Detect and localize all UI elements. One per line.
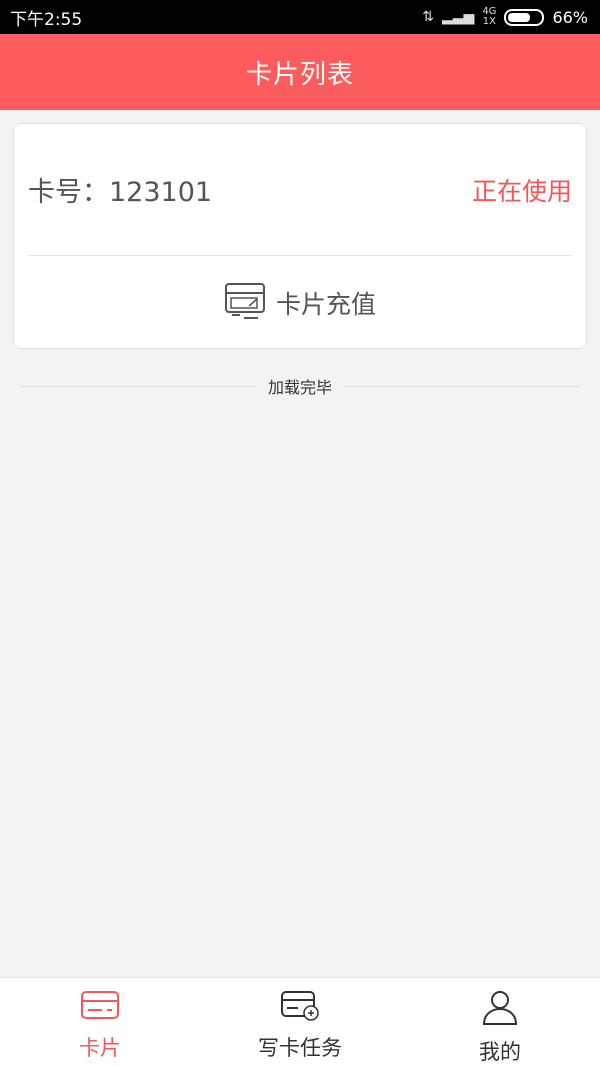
status-bar: 下午2:55 ⇅ ▂▃▅ 4G 1X 66% (0, 0, 600, 34)
tab-write-card-task[interactable]: 写卡任务 (200, 978, 400, 1067)
card-info-row: 卡号：123101 正在使用 (28, 124, 572, 255)
list-end-line-right (346, 385, 581, 387)
list-end-text: 加载完毕 (268, 378, 333, 397)
battery-percent: 66% (552, 7, 588, 27)
bottom-tab-bar: 卡片 写卡任务 我的 (0, 977, 600, 1067)
recharge-icon (224, 281, 266, 325)
status-indicators: ⇅ ▂▃▅ 4G 1X 66% (422, 7, 588, 27)
sim-label: 1X (482, 16, 496, 27)
status-time: 下午2:55 (10, 9, 83, 30)
tab-write-card-task-label: 写卡任务 (258, 1036, 342, 1060)
tab-mine[interactable]: 我的 (400, 978, 600, 1067)
battery-icon (504, 8, 545, 26)
network-type-icon: 4G 1X (482, 7, 496, 27)
tab-card-label: 卡片 (79, 1036, 121, 1060)
card-item[interactable]: 卡号：123101 正在使用 卡片充值 (13, 123, 587, 349)
list-end-line-left (20, 385, 254, 387)
page-title: 卡片列表 (245, 59, 354, 90)
card-icon (80, 988, 120, 1026)
card-recharge-button[interactable]: 卡片充值 (14, 256, 586, 350)
recharge-label: 卡片充值 (275, 290, 376, 319)
tab-card[interactable]: 卡片 (0, 978, 200, 1067)
write-card-icon (280, 988, 320, 1026)
list-end-indicator: 加载完毕 (20, 374, 581, 398)
card-number: 卡号：123101 (28, 177, 213, 208)
tab-mine-label: 我的 (479, 1040, 521, 1064)
page-header: 卡片列表 (0, 34, 600, 110)
user-icon (480, 988, 520, 1030)
data-transfer-icon: ⇅ (422, 9, 434, 25)
battery-fill (508, 12, 530, 22)
signal-icon: ▂▃▅ (442, 9, 475, 25)
card-status-badge: 正在使用 (471, 176, 572, 206)
